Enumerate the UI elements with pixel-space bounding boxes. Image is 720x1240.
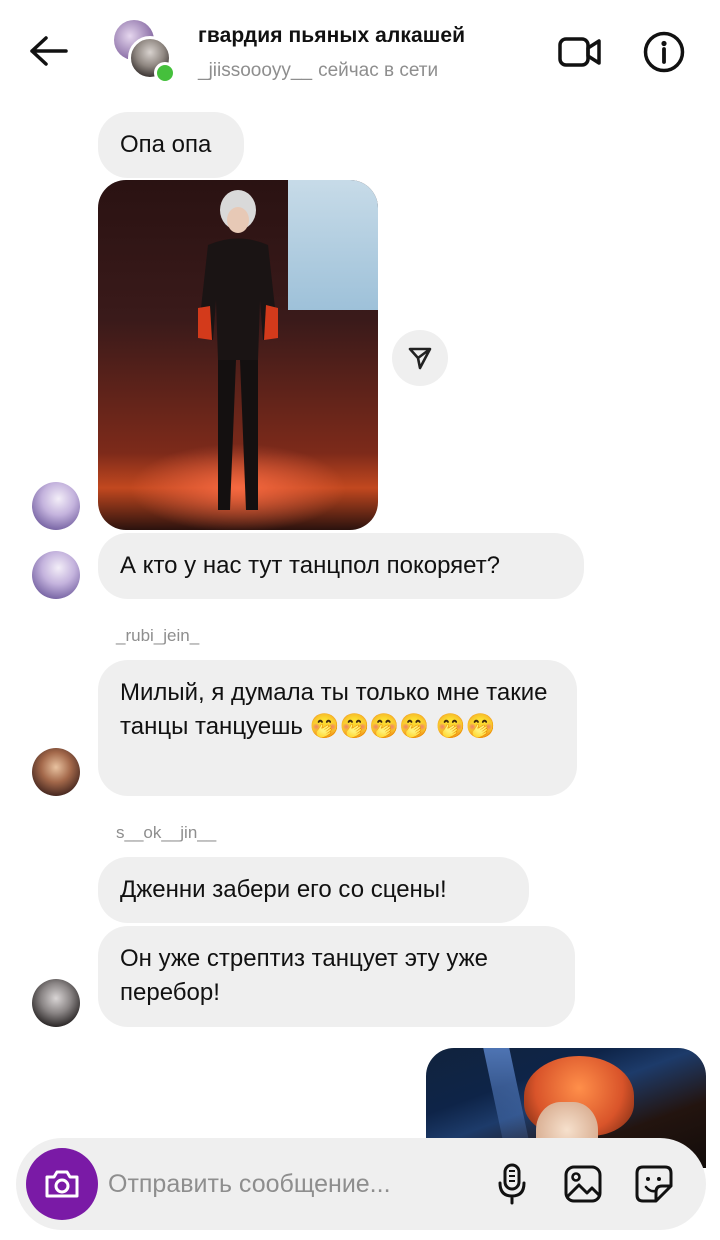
sender-avatar[interactable] (32, 482, 80, 530)
message-bubble[interactable]: Опа опа (98, 112, 244, 178)
gallery-icon (564, 1165, 602, 1203)
message-composer (16, 1138, 706, 1230)
back-button[interactable] (24, 30, 72, 72)
sticker-button[interactable] (630, 1160, 678, 1208)
chat-title[interactable]: гвардия пьяных алкашей (198, 24, 465, 48)
message-bubble[interactable]: Он уже стрептиз танцует эту уже перебор! (98, 926, 575, 1027)
active-username: _jiissoooyy__ (198, 60, 313, 81)
message-bubble[interactable]: А кто у нас тут танцпол покоряет? (98, 533, 584, 599)
chat-header: гвардия пьяных алкашей _jiissoooyy__ сейч… (0, 0, 720, 104)
microphone-icon (498, 1163, 526, 1205)
photo-stage-screen (288, 180, 378, 310)
video-call-button[interactable] (556, 28, 604, 76)
sender-avatar[interactable] (32, 979, 80, 1027)
message-text: Опа опа (120, 131, 212, 158)
sticker-icon (635, 1165, 673, 1203)
video-call-icon (558, 37, 601, 67)
group-avatar[interactable] (114, 20, 176, 84)
online-indicator (154, 62, 176, 84)
gallery-button[interactable] (559, 1160, 607, 1208)
shared-photo[interactable] (98, 180, 378, 530)
message-text: Дженни забери его со сцены! (120, 876, 447, 903)
camera-icon (45, 1170, 79, 1198)
photo-performer (198, 190, 278, 510)
message-input[interactable] (108, 1162, 448, 1206)
sender-avatar[interactable] (32, 551, 80, 599)
voice-message-button[interactable] (488, 1160, 536, 1208)
online-status: сейчас в сети (318, 60, 439, 81)
message-text: Он уже стрептиз танцует эту уже перебор! (120, 945, 489, 1006)
message-bubble[interactable]: Милый, я думала ты только мне такие танц… (98, 660, 577, 796)
chat-subtitle: _jiissoooyy__ сейчас в сети (198, 60, 438, 82)
info-icon (643, 31, 685, 73)
back-arrow-icon (30, 36, 68, 66)
sender-name: s__ok__jin__ (116, 823, 217, 842)
camera-button[interactable] (26, 1148, 98, 1220)
message-bubble[interactable]: Дженни забери его со сцены! (98, 857, 529, 923)
info-button[interactable] (640, 28, 688, 76)
share-photo-button[interactable] (392, 330, 448, 386)
sender-avatar[interactable] (32, 748, 80, 796)
share-icon (408, 347, 432, 370)
message-text: А кто у нас тут танцпол покоряет? (120, 552, 501, 579)
message-text: Милый, я думала ты только мне такие танц… (120, 679, 548, 740)
sender-name: _rubi_jein_ (116, 626, 200, 645)
